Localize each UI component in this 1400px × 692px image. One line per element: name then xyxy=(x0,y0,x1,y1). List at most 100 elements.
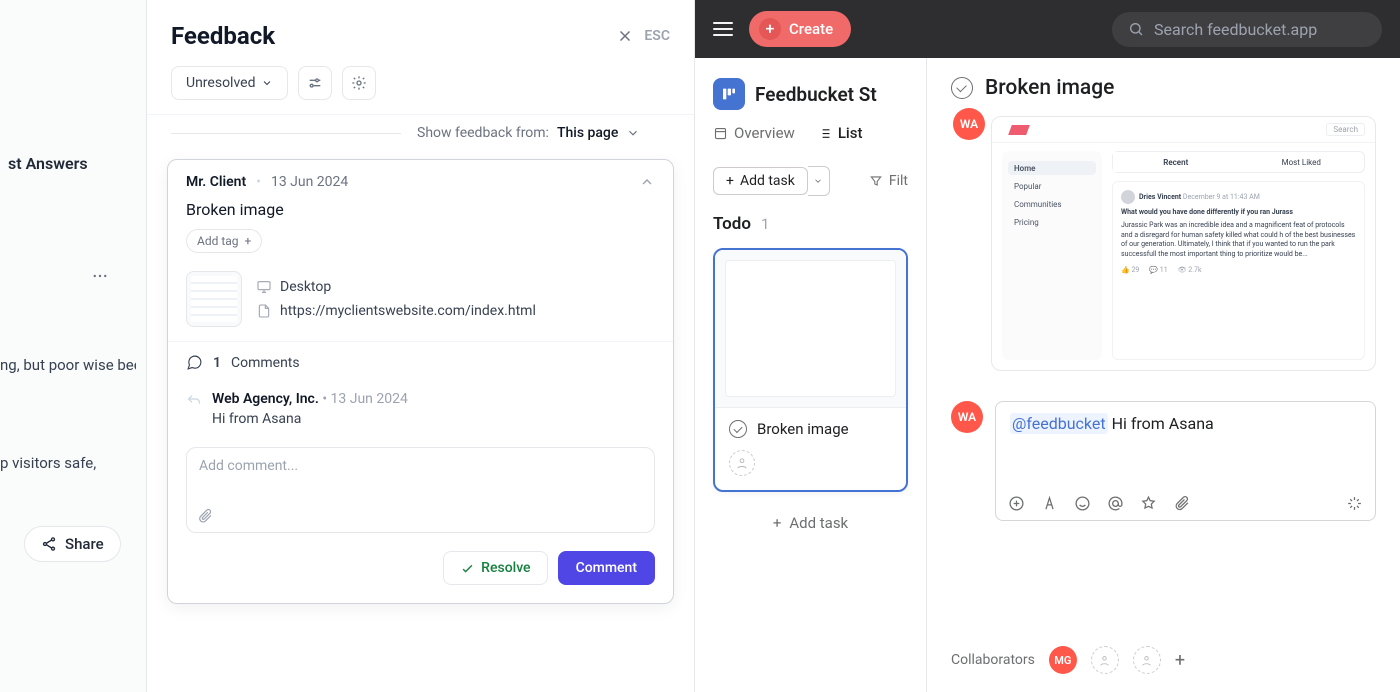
settings-gear-icon[interactable] xyxy=(342,66,376,100)
assignee-placeholder-icon[interactable] xyxy=(729,450,755,476)
comment-input[interactable]: Add comment... xyxy=(186,447,655,533)
text-format-icon[interactable] xyxy=(1041,495,1058,512)
close-icon[interactable] xyxy=(616,27,634,45)
feedback-author: Mr. Client xyxy=(186,174,246,190)
add-collaborator-icon[interactable] xyxy=(1091,646,1119,674)
filter-from-label: Show feedback from: xyxy=(417,125,549,141)
avatar: WA xyxy=(953,108,985,140)
complete-toggle-icon[interactable] xyxy=(951,77,973,99)
status-filter-button[interactable]: Unresolved xyxy=(171,66,288,100)
complete-toggle-icon[interactable] xyxy=(729,420,747,438)
reply-date: 13 Jun 2024 xyxy=(331,391,408,407)
search-input[interactable]: Search feedbucket.app xyxy=(1112,12,1382,47)
feedback-card[interactable]: Mr. Client • 13 Jun 2024 Broken image Ad… xyxy=(167,159,674,604)
detail-screenshot[interactable]: Search Home Popular Communities Pricing … xyxy=(991,116,1376,371)
emoji-icon[interactable] xyxy=(1074,495,1091,512)
collapse-icon[interactable] xyxy=(639,174,655,190)
column-count: 1 xyxy=(761,215,769,233)
comments-label: Comments xyxy=(231,355,300,371)
add-collaborator-plus[interactable]: + xyxy=(1175,650,1185,671)
feedback-date: 13 Jun 2024 xyxy=(271,174,348,190)
mini-likes: 29 xyxy=(1131,266,1139,274)
column-title: Todo xyxy=(713,214,751,234)
chevron-down-icon xyxy=(261,77,273,89)
mini-tab: Most Liked xyxy=(1239,152,1365,172)
tab-list[interactable]: List xyxy=(817,124,863,148)
detail-comment-input[interactable]: @feedbucket Hi from Asana xyxy=(995,401,1376,521)
reply-text: Hi from Asana xyxy=(212,411,408,427)
left-snippet-2: p visitors safe, xyxy=(0,448,136,479)
mini-tab: Recent xyxy=(1113,152,1239,172)
filter-value[interactable]: This page xyxy=(557,125,618,141)
add-task-button[interactable]: + Add task xyxy=(713,167,808,195)
status-label: Unresolved xyxy=(186,75,255,91)
add-task-link-label: Add task xyxy=(789,514,848,532)
mini-nav-item: Pricing xyxy=(1008,215,1096,229)
feedback-item-title: Broken image xyxy=(168,194,673,229)
list-icon xyxy=(817,126,832,141)
mini-nav-item: Communities xyxy=(1008,197,1096,211)
left-snippet-1: ng, but poor wise been one xyxy=(0,350,136,381)
mini-sidebar: Home Popular Communities Pricing xyxy=(1002,151,1102,360)
comment-placeholder: Add comment... xyxy=(199,458,298,474)
detail-title: Broken image xyxy=(985,76,1114,100)
reply-arrow-icon xyxy=(186,393,202,427)
attachment-icon[interactable] xyxy=(197,508,213,524)
star-icon[interactable] xyxy=(1140,495,1157,512)
comment-button[interactable]: Comment xyxy=(558,551,655,585)
mini-nav-item: Home xyxy=(1008,161,1096,175)
menu-icon[interactable] xyxy=(713,22,733,36)
mini-date: December 9 at 11:43 AM xyxy=(1183,193,1260,201)
logo-icon xyxy=(1008,125,1030,135)
mention-chip[interactable]: @feedbucket xyxy=(1010,413,1108,434)
search-icon xyxy=(1128,21,1144,37)
search-placeholder: Search feedbucket.app xyxy=(1154,20,1317,39)
url-row[interactable]: https://myclientswebsite.com/index.html xyxy=(256,303,536,319)
task-detail-pane: Broken image Search Home Popular Communi… xyxy=(927,58,1400,692)
mini-question: What would you have done differently if … xyxy=(1121,208,1356,218)
project-name[interactable]: Feedbucket St xyxy=(755,83,877,106)
project-icon xyxy=(713,78,745,110)
comment-icon xyxy=(186,354,203,371)
feedback-panel: Feedback ESC Unresolved Show feedback fr… xyxy=(147,0,695,692)
mention-icon[interactable] xyxy=(1107,495,1124,512)
platform-label: Desktop xyxy=(280,279,331,295)
comments-count: 1 xyxy=(213,355,221,371)
platform-row: Desktop xyxy=(256,279,536,295)
resolve-button[interactable]: Resolve xyxy=(443,551,547,585)
share-button[interactable]: Share xyxy=(24,526,121,562)
mini-search: Search xyxy=(1326,123,1365,136)
collaborator-avatar[interactable]: MG xyxy=(1049,646,1077,674)
chevron-down-icon[interactable] xyxy=(626,126,640,140)
mini-comments: 11 xyxy=(1160,266,1168,274)
tab-overview[interactable]: Overview xyxy=(713,124,795,148)
add-task-dropdown[interactable] xyxy=(808,166,830,196)
url-text: https://myclientswebsite.com/index.html xyxy=(280,303,536,319)
task-card[interactable]: Broken image xyxy=(713,248,908,492)
add-task-link[interactable]: + Add task xyxy=(713,514,908,532)
add-collaborator-icon[interactable] xyxy=(1133,646,1161,674)
filter-sliders-icon[interactable] xyxy=(298,66,332,100)
insert-icon[interactable] xyxy=(1008,495,1025,512)
more-icon[interactable] xyxy=(84,260,116,292)
board-column: Feedbucket St Overview List + Add task xyxy=(695,58,927,692)
filter-icon xyxy=(869,174,883,188)
plus-icon: + xyxy=(759,18,781,40)
screenshot-thumbnail[interactable] xyxy=(186,271,242,327)
attachment-icon[interactable] xyxy=(1173,495,1190,512)
mini-body: Jurassic Park was an incredible idea and… xyxy=(1121,221,1356,260)
mini-tabs: Recent Most Liked xyxy=(1112,151,1365,173)
add-task-label: Add task xyxy=(740,173,795,189)
check-icon xyxy=(460,561,475,576)
add-tag-button[interactable]: Add tag + xyxy=(186,229,262,253)
comments-bar[interactable]: 1 Comments xyxy=(168,341,673,383)
mini-views: 2.7k xyxy=(1188,266,1201,274)
task-card-title: Broken image xyxy=(757,420,849,438)
column-header[interactable]: Todo 1 xyxy=(713,214,908,234)
tab-list-label: List xyxy=(838,124,863,142)
feedback-title: Feedback xyxy=(171,22,275,50)
ai-sparkle-icon[interactable] xyxy=(1346,495,1363,512)
overview-icon xyxy=(713,126,728,141)
create-button[interactable]: + Create xyxy=(749,11,851,47)
filter-button[interactable]: Filt xyxy=(869,173,908,189)
